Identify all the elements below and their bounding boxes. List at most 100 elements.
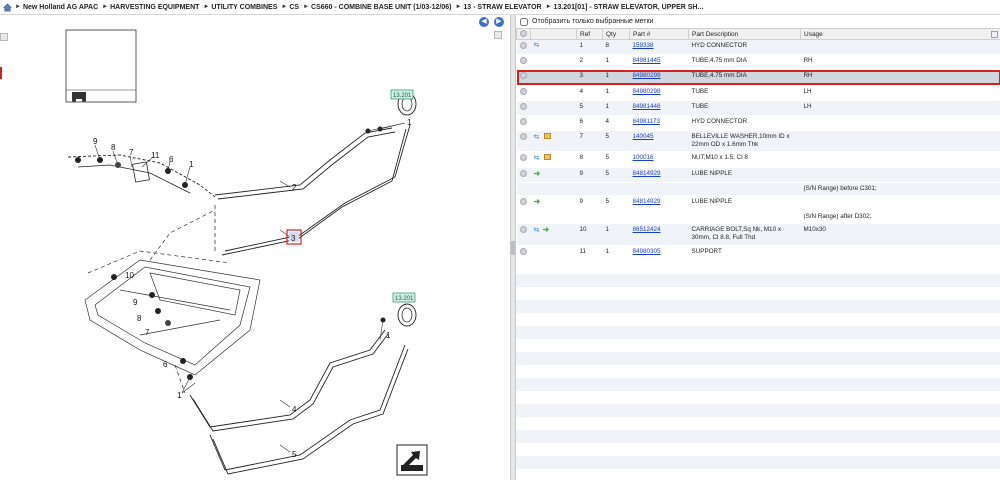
part-number-link[interactable]: 84981445 — [633, 57, 661, 64]
callout-label[interactable]: 10 — [125, 271, 134, 280]
row-select-cell[interactable] — [516, 54, 531, 71]
breadcrumb-item[interactable]: New Holland AG APAC — [23, 4, 98, 11]
select-all-icon[interactable] — [520, 29, 527, 37]
part-number-link[interactable]: 84981173 — [633, 118, 661, 125]
part-number-cell[interactable]: 84814929 — [629, 167, 689, 183]
callout-label[interactable]: 8 — [111, 143, 116, 152]
breadcrumb-item[interactable]: CS — [289, 4, 299, 11]
substitute-icon[interactable]: ⇆ — [534, 155, 541, 162]
callout-label[interactable]: 8 — [137, 314, 142, 323]
table-row[interactable]: 6 4 84981173 HYD CONNECTOR — [516, 115, 1000, 132]
part-number-link[interactable]: 84814929 — [633, 170, 661, 177]
row-select-cell[interactable] — [516, 151, 531, 168]
row-select-cell[interactable] — [516, 39, 531, 56]
table-row[interactable]: ➜ 9 5 84814929 LUBE NIPPLE — [516, 167, 1000, 183]
part-number-cell[interactable]: 84981446 — [629, 100, 689, 116]
home-icon[interactable] — [3, 3, 12, 12]
previous-page-button[interactable]: ◀ — [479, 17, 489, 27]
substitute-icon[interactable]: ⇆ — [534, 42, 541, 49]
substitute-icon[interactable]: ⇆ — [534, 134, 541, 141]
header-usage[interactable]: Usage — [800, 28, 1000, 40]
exploded-parts-diagram[interactable]: 9 8 7 11 6 1 1 2 10 9 8 7 6 1 1 4 5 3 13… — [0, 15, 510, 480]
table-row[interactable]: ➜ 9 5 84814929 LUBE NIPPLE — [516, 195, 1000, 212]
part-number-link[interactable]: 84980299 — [633, 72, 661, 79]
add-to-cart-icon[interactable] — [519, 87, 527, 95]
table-row[interactable]: ⇆ ➜ 10 1 86512424 CARRIAGE BOLT,Sq Nk, M10 x … — [516, 223, 1000, 246]
breadcrumb-item[interactable]: UTILITY COMBINES — [211, 4, 277, 11]
part-number-cell[interactable]: 84980298 — [629, 85, 689, 101]
table-row[interactable]: ⇆ 8 5 100016 NUT,M10 x 1.5, Cl 8 — [516, 151, 1000, 168]
table-row[interactable]: ⇆ 7 5 140045 BELLEVILLE WASHER,10mm ID x 22m… — [516, 130, 1000, 153]
part-number-link[interactable]: 159338 — [633, 42, 654, 49]
header-part-number[interactable]: Part # — [629, 28, 689, 40]
add-to-cart-icon[interactable] — [519, 197, 527, 205]
part-number-cell[interactable]: 159338 — [629, 39, 689, 56]
row-select-cell[interactable] — [516, 100, 531, 116]
part-number-cell[interactable]: 84814929 — [629, 195, 689, 212]
table-row[interactable]: 4 1 84980298 TUBE LH — [516, 85, 1000, 101]
add-to-cart-icon[interactable] — [519, 42, 527, 49]
row-select-cell[interactable] — [516, 69, 531, 86]
row-select-cell[interactable] — [516, 85, 531, 101]
replacement-arrow-icon[interactable]: ➜ — [543, 226, 550, 234]
table-row-selected[interactable]: 3 1 84980299 TUBE,4.75 mm DIA RH — [516, 69, 1000, 86]
callout-label-selected[interactable]: 3 — [291, 234, 296, 243]
splitter-grip[interactable] — [511, 241, 515, 255]
table-row[interactable]: 11 1 84980305 SUPPORT — [516, 245, 1000, 261]
add-to-cart-icon[interactable] — [519, 247, 527, 255]
breadcrumb-item[interactable]: 13 - STRAW ELEVATOR — [463, 4, 541, 11]
row-select-cell[interactable] — [516, 167, 531, 183]
header-ref[interactable]: Ref — [576, 28, 603, 40]
part-number-link[interactable]: 84980298 — [633, 88, 661, 95]
part-number-cell[interactable]: 86512424 — [629, 223, 689, 246]
next-page-button[interactable]: ▶ — [494, 17, 504, 27]
add-to-cart-icon[interactable] — [519, 117, 527, 125]
add-to-cart-icon[interactable] — [519, 57, 527, 65]
part-number-cell[interactable]: 84981173 — [629, 115, 689, 132]
breadcrumb-item[interactable]: CS660 - COMBINE BASE UNIT (1/03-12/06) — [311, 4, 451, 11]
replacement-arrow-icon[interactable]: ➜ — [534, 197, 541, 205]
callout-label[interactable]: 1 — [407, 118, 412, 127]
part-number-link[interactable]: 140045 — [633, 133, 654, 140]
part-number-cell[interactable]: 84980299 — [629, 69, 689, 86]
replacement-arrow-icon[interactable]: ➜ — [534, 169, 541, 177]
callout-label[interactable]: 9 — [133, 298, 138, 307]
callout-label[interactable]: 1 — [177, 391, 182, 400]
export-button[interactable] — [991, 31, 998, 38]
table-row[interactable]: 2 1 84981445 TUBE,4.75 mm DIA RH — [516, 54, 1000, 71]
add-to-cart-icon[interactable] — [519, 72, 527, 80]
callout-label[interactable]: 11 — [151, 151, 160, 160]
callout-label[interactable]: 5 — [292, 450, 297, 459]
breadcrumb-item[interactable]: HARVESTING EQUIPMENT — [110, 4, 199, 11]
callout-label[interactable]: 4 — [292, 405, 297, 414]
callout-label[interactable]: 1 — [386, 331, 391, 340]
callout-label[interactable]: 6 — [163, 360, 168, 369]
part-number-link[interactable]: 84980305 — [633, 248, 661, 255]
add-to-cart-icon[interactable] — [519, 169, 527, 177]
table-row[interactable]: 5 1 84981446 TUBE LH — [516, 100, 1000, 116]
page-reference-label[interactable]: 13.201 — [395, 296, 414, 302]
callout-label[interactable]: 1 — [189, 160, 194, 169]
part-number-cell[interactable]: 84980305 — [629, 245, 689, 261]
part-number-link[interactable]: 86512424 — [633, 226, 661, 233]
substitute-icon[interactable]: ⇆ — [534, 227, 541, 234]
callout-label[interactable]: 2 — [292, 183, 297, 192]
row-select-cell[interactable] — [516, 195, 531, 212]
callout-label[interactable]: 7 — [129, 148, 134, 157]
callout-label[interactable]: 6 — [169, 155, 174, 164]
row-select-cell[interactable] — [516, 130, 531, 153]
part-number-link[interactable]: 100016 — [633, 154, 654, 161]
callout-label[interactable]: 9 — [93, 137, 98, 146]
diagram-pane[interactable]: ◀ ▶ 9 8 7 11 6 1 1 2 10 9 8 7 6 1 1 4 5 … — [0, 15, 510, 480]
show-selected-only-checkbox[interactable] — [520, 17, 528, 26]
part-number-cell[interactable]: 84981445 — [629, 54, 689, 71]
row-select-cell[interactable] — [516, 245, 531, 261]
part-number-cell[interactable]: 140045 — [629, 130, 689, 153]
header-qty[interactable]: Qty — [602, 28, 630, 40]
callout-label[interactable]: 7 — [145, 328, 150, 337]
page-reference-label[interactable]: 13.201 — [393, 93, 412, 99]
table-row[interactable]: ⇆ 1 8 159338 HYD CONNECTOR — [516, 39, 1000, 56]
part-number-link[interactable]: 84814929 — [633, 198, 661, 205]
part-number-link[interactable]: 84981446 — [633, 103, 661, 110]
add-to-cart-icon[interactable] — [519, 226, 527, 234]
